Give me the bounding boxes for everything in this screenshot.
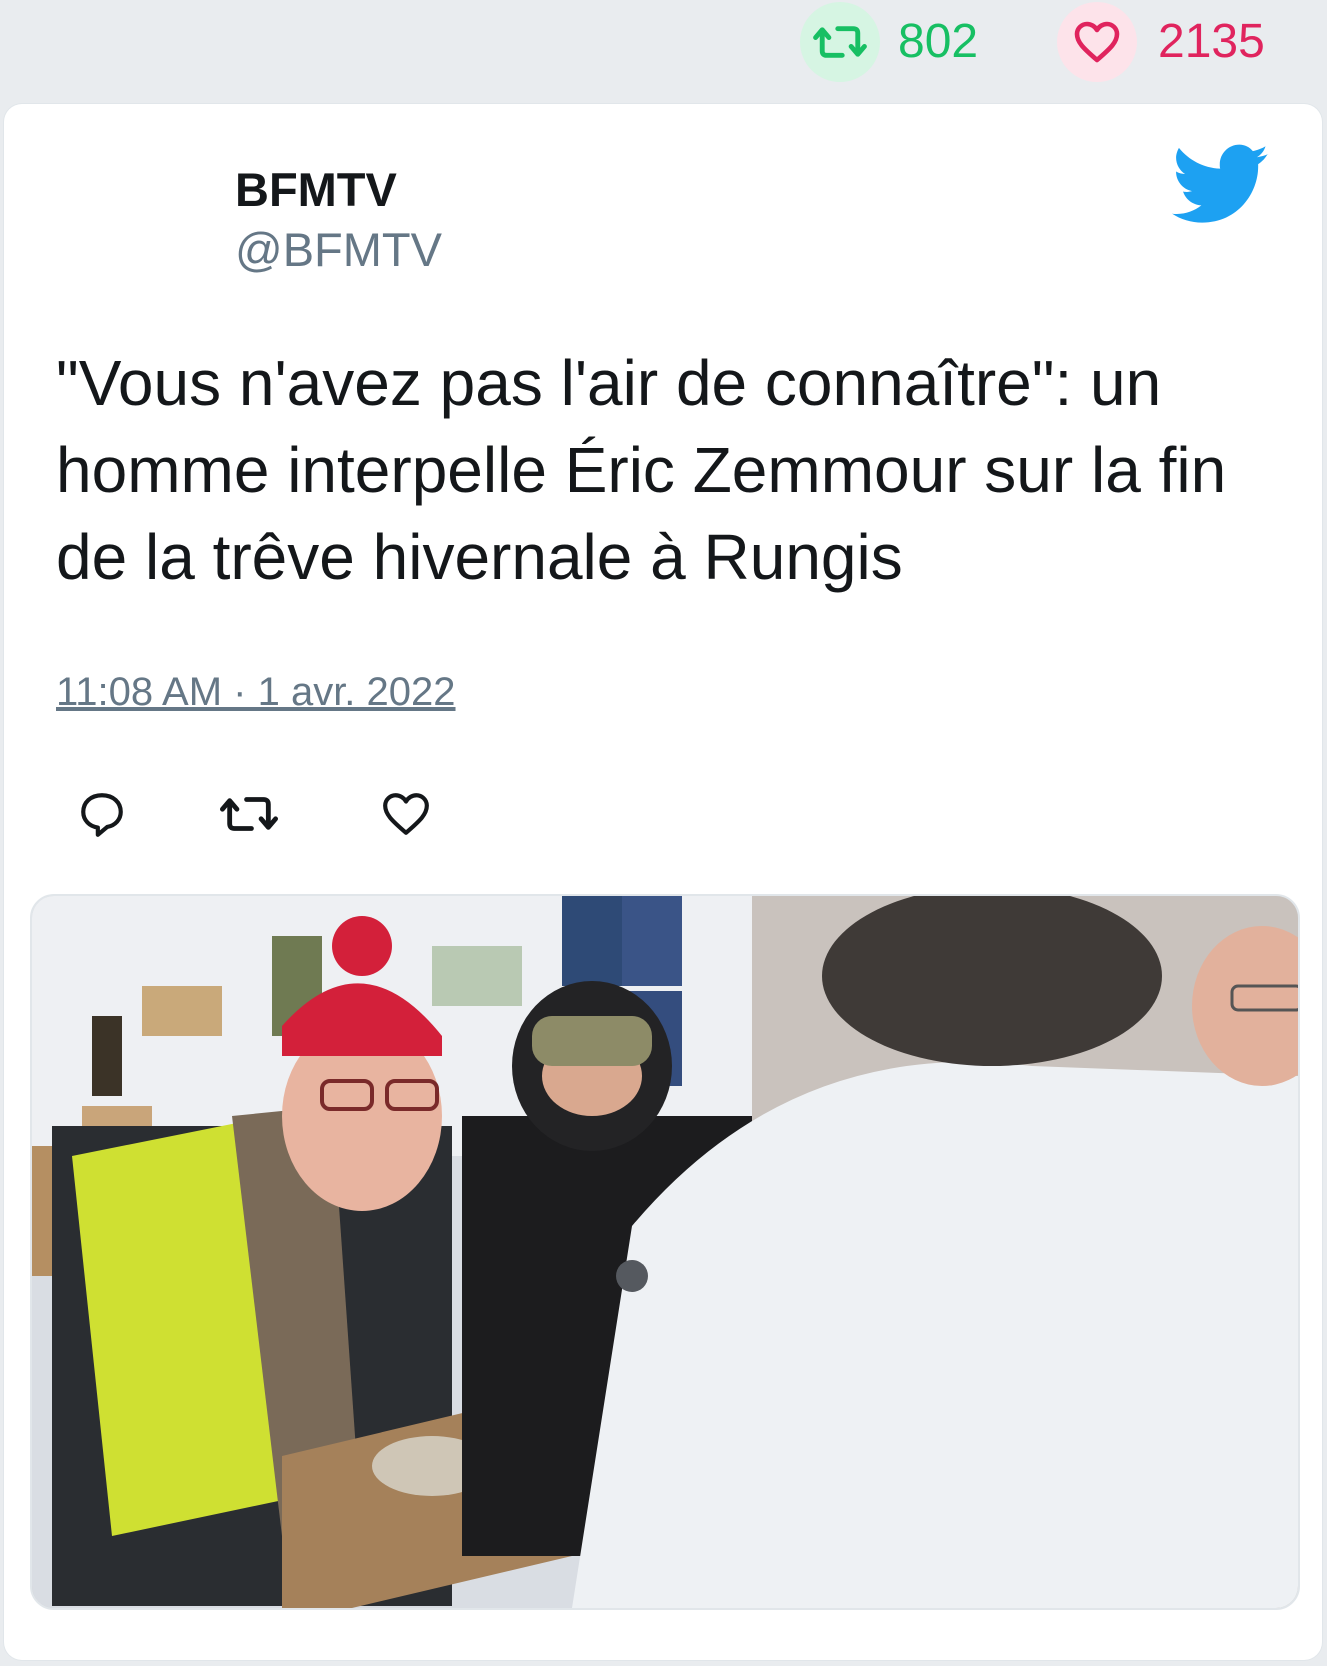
heart-icon[interactable] (1057, 2, 1137, 82)
author-name[interactable]: BFMTV (235, 162, 397, 218)
heart-icon[interactable] (376, 784, 436, 844)
retweet-icon[interactable] (800, 2, 880, 82)
engagement-stats: 802 2135 (0, 0, 1327, 100)
like-count: 2135 (1158, 15, 1265, 68)
reply-icon[interactable] (72, 784, 132, 844)
tweet-media-photo[interactable] (30, 894, 1300, 1610)
tweet-timestamp[interactable]: 11:08 AM · 1 avr. 2022 (56, 668, 456, 716)
author-handle[interactable]: @BFMTV (235, 222, 442, 278)
tweet-card: BFMTV @BFMTV "Vous n'avez pas l'air de c… (4, 104, 1322, 1660)
retweet-count: 802 (898, 15, 979, 68)
photo-illustration (32, 896, 1298, 1608)
tweet-text: "Vous n'avez pas l'air de connaître": un… (56, 347, 1227, 593)
twitter-bird-icon[interactable] (1172, 144, 1270, 226)
retweet-icon[interactable] (219, 784, 279, 844)
